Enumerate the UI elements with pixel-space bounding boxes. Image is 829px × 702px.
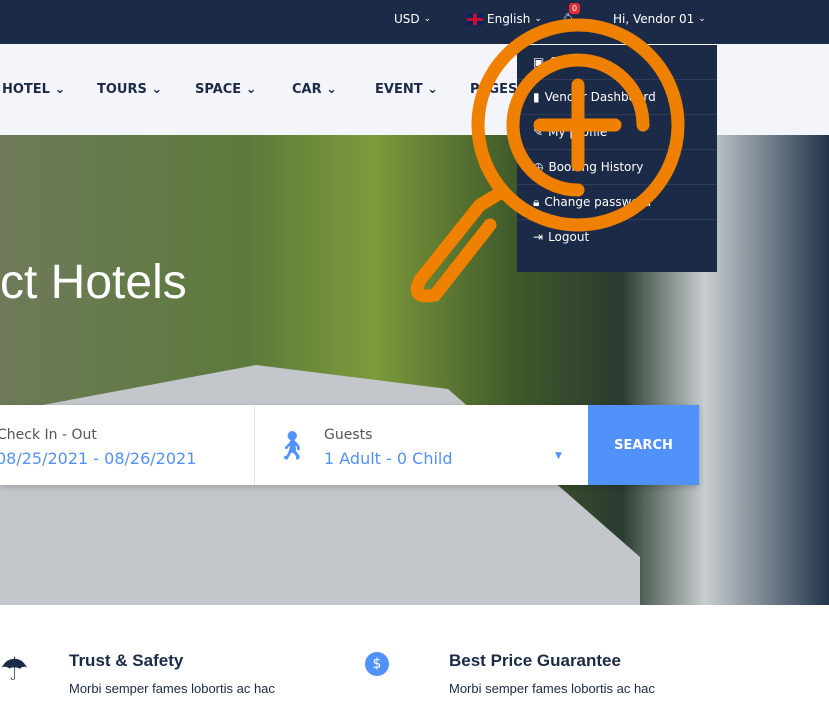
chevron-down-icon: ⌄ [585, 14, 593, 24]
hero-image-bed [0, 365, 640, 605]
language-label: English [487, 12, 531, 26]
menu-vendor-dashboard[interactable]: ▮ Vendor Dashboard [517, 80, 717, 115]
date-label: Check In - Out [0, 427, 97, 443]
chevron-down-icon: ⌄ [423, 14, 432, 24]
currency-dropdown[interactable]: USD ⌄ [394, 12, 431, 26]
nav-car[interactable]: CAR ⌄ [292, 82, 337, 97]
nav-event[interactable]: EVENT ⌄ [375, 82, 438, 97]
feature-title: Best Price Guarantee [449, 651, 621, 670]
menu-booking-history[interactable]: ◷ Booking History [517, 150, 717, 185]
feature-title: Trust & Safety [69, 651, 184, 670]
menu-logout[interactable]: ⇥ Logout [517, 220, 717, 255]
dashboard-icon: ▮ [533, 90, 540, 104]
piggy-bank-icon: $ [365, 652, 389, 676]
feature-text: Morbi semper fames lobortis ac hac [449, 681, 655, 696]
nav-pages[interactable]: PAGES [470, 82, 517, 97]
chevron-down-icon: ⌄ [534, 14, 542, 24]
bell-icon: 🔔︎ [560, 12, 576, 26]
umbrella-icon: ☂︎ [0, 650, 29, 688]
lock-icon: 🔒︎ [533, 195, 540, 209]
currency-label: USD [394, 12, 420, 26]
user-label: Hi, Vendor 01 [613, 12, 695, 26]
notification-badge: 0 [569, 3, 581, 14]
top-bar: USD ⌄ English ⌄ 🔔︎ ⌄ 0 Hi, Vendor 01 ⌄ [0, 0, 829, 44]
caret-down-icon: ▼ [555, 451, 562, 461]
notifications-button[interactable]: 🔔︎ ⌄ [560, 12, 593, 26]
traveler-icon: 🚶︎ [274, 429, 310, 462]
clock-icon: ◷ [533, 160, 544, 174]
logout-icon: ⇥ [533, 230, 544, 244]
language-dropdown[interactable]: English ⌄ [467, 12, 542, 26]
menu-credit[interactable]: ▣ Credit: 0 [517, 45, 717, 80]
menu-change-password[interactable]: 🔒︎ Change password [517, 185, 717, 220]
divider [254, 405, 255, 485]
user-dropdown[interactable]: Hi, Vendor 01 ⌄ [613, 12, 706, 26]
search-button[interactable]: SEARCH [588, 405, 699, 485]
uk-flag-icon [467, 13, 483, 25]
nav-tours[interactable]: TOURS ⌄ [97, 82, 162, 97]
nav-space[interactable]: SPACE ⌄ [195, 82, 257, 97]
user-menu: ▣ Credit: 0 ▮ Vendor Dashboard ✎ My profile… [517, 45, 717, 272]
chevron-down-icon: ⌄ [698, 14, 706, 24]
profile-icon: ✎ [533, 125, 544, 139]
guests-value: 1 Adult - 0 Child [324, 449, 453, 468]
hero-title: ct Hotels [0, 256, 187, 309]
menu-my-profile[interactable]: ✎ My profile [517, 115, 717, 150]
guests-label: Guests [324, 427, 373, 443]
search-form: Check In - Out 08/25/2021 - 08/26/2021 🚶… [0, 405, 699, 485]
feature-text: Morbi semper fames lobortis ac hac [69, 681, 275, 696]
nav-hotel[interactable]: HOTEL ⌄ [2, 82, 65, 97]
date-value: 08/25/2021 - 08/26/2021 [0, 449, 197, 468]
money-icon: ▣ [533, 55, 545, 69]
